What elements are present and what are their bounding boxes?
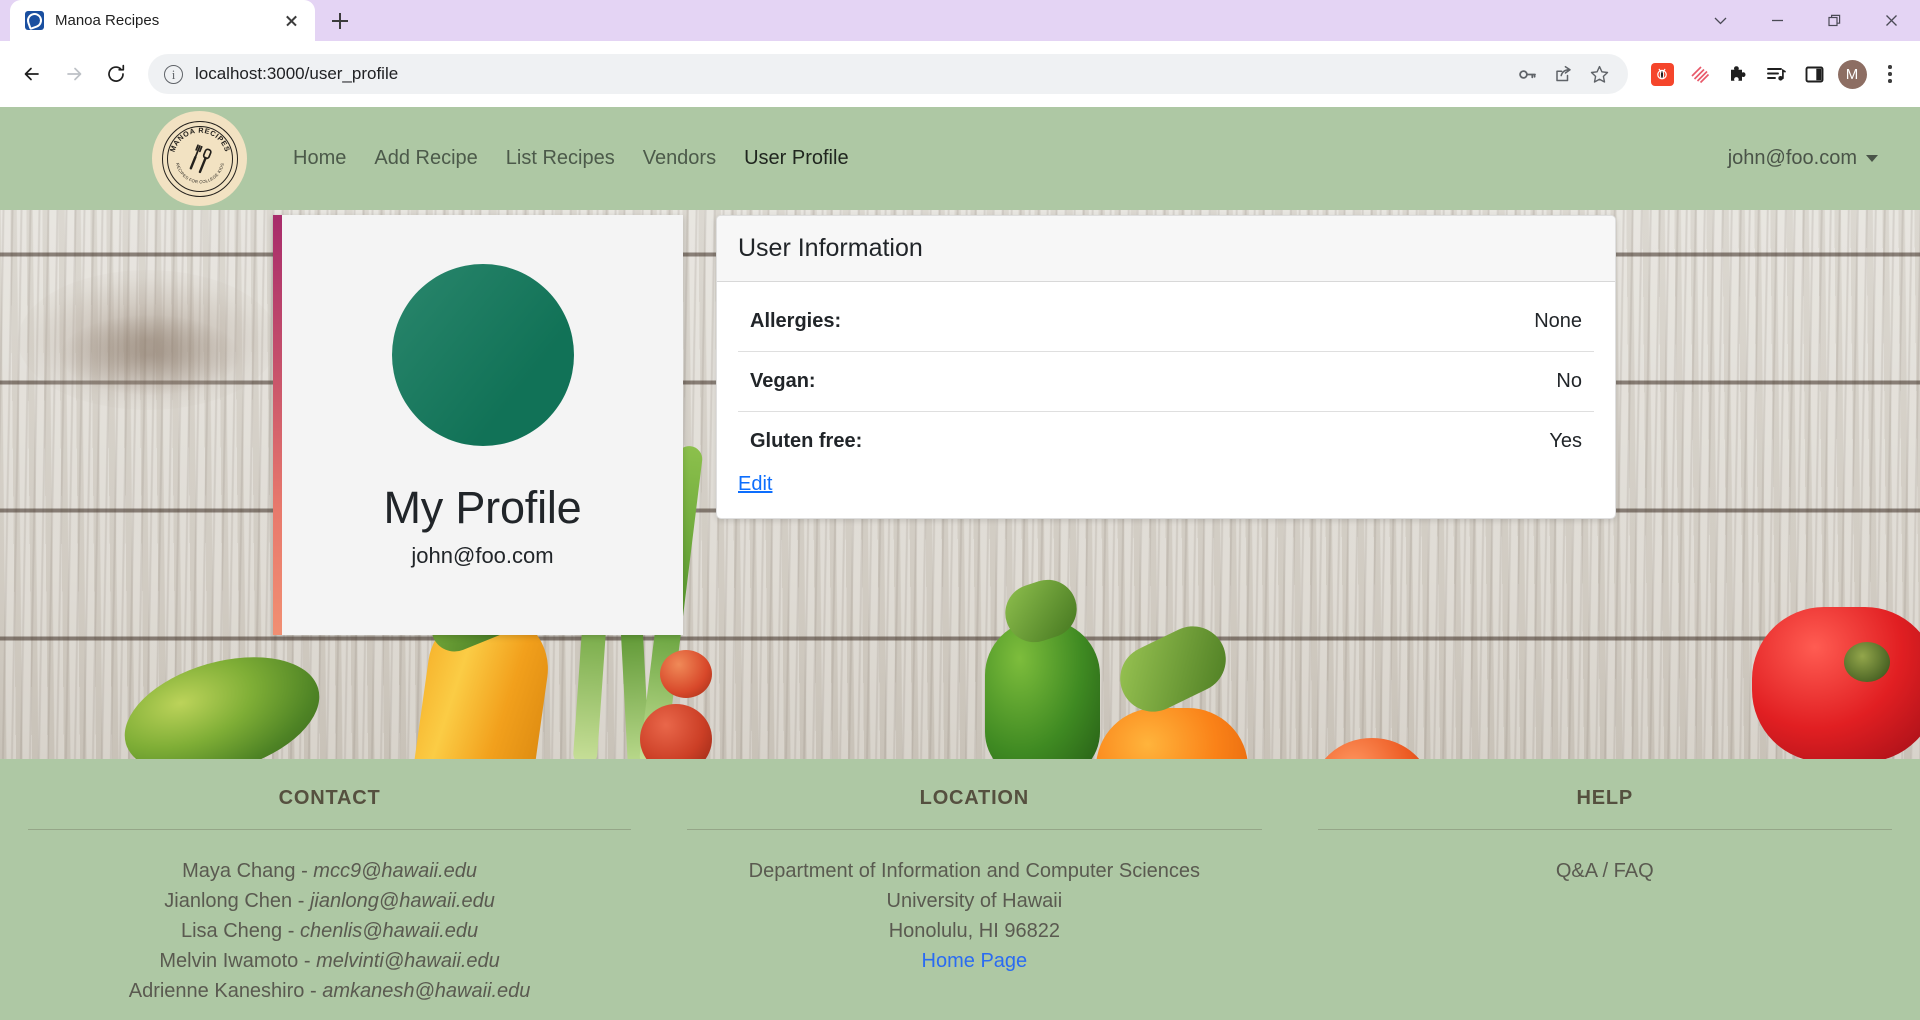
contact-email: chenlis@hawaii.edu <box>299 920 479 942</box>
hero-section: My Profile john@foo.com User Information… <box>0 210 1920 759</box>
profile-card: My Profile john@foo.com <box>273 215 683 635</box>
profile-avatar[interactable]: M <box>1834 56 1870 92</box>
manoa-recipes-favicon <box>25 11 44 30</box>
contact-sep: - <box>287 920 300 942</box>
site-footer: CONTACT Maya Chang - mcc9@hawaii.edu Jia… <box>0 759 1920 1020</box>
info-label: Vegan: <box>750 370 816 392</box>
omnibox-actions <box>1510 57 1616 91</box>
contact-sep: - <box>301 860 314 882</box>
contact-email: amkanesh@hawaii.edu <box>322 980 531 1002</box>
nav-link-add-recipe[interactable]: Add Recipe <box>360 147 491 170</box>
info-label: Gluten free: <box>750 430 863 452</box>
edit-link[interactable]: Edit <box>738 473 772 496</box>
info-value: No <box>1556 370 1582 392</box>
contact-email: jianlong@hawaii.edu <box>309 890 495 912</box>
back-icon[interactable] <box>12 54 52 94</box>
site-navbar: MANOA RECIPES RECIPES FOR COLLEGE KIDS H… <box>0 107 1920 210</box>
card-header-title: User Information <box>717 216 1615 282</box>
footer-help-lines: Q&A / FAQ <box>1318 830 1892 886</box>
contact-name: Lisa Cheng <box>180 920 283 942</box>
contact-email: mcc9@hawaii.edu <box>313 860 478 882</box>
nav-link-user-profile[interactable]: User Profile <box>730 147 862 170</box>
tab-strip: Manoa Recipes <box>0 0 1920 41</box>
contact-name: Adrienne Kaneshiro <box>128 980 305 1002</box>
user-menu-email: john@foo.com <box>1727 147 1857 169</box>
new-tab-button[interactable] <box>323 4 357 38</box>
restore-icon[interactable] <box>1806 0 1863 41</box>
user-menu-dropdown[interactable]: john@foo.com <box>1728 147 1878 170</box>
contact-email: melvinti@hawaii.edu <box>316 950 500 972</box>
manoa-recipes-logo[interactable]: MANOA RECIPES RECIPES FOR COLLEGE KIDS <box>152 111 247 206</box>
chrome-menu-icon[interactable] <box>1872 56 1908 92</box>
footer-contact-item: Lisa Cheng - chenlis@hawaii.edu <box>28 916 631 946</box>
page-content: MANOA RECIPES RECIPES FOR COLLEGE KIDS H… <box>0 107 1920 1020</box>
nav-link-list-recipes[interactable]: List Recipes <box>492 147 629 170</box>
location-line: Honolulu, HI 96822 <box>888 920 1060 942</box>
footer-contact-item: Maya Chang - mcc9@hawaii.edu <box>28 856 631 886</box>
contact-sep: - <box>297 890 310 912</box>
footer-contact-item: Melvin Iwamoto - melvinti@hawaii.edu <box>28 946 631 976</box>
avatar-initial: M <box>1837 59 1867 89</box>
side-panel-icon[interactable] <box>1796 56 1832 92</box>
help-line: Q&A / FAQ <box>1555 860 1654 882</box>
footer-contact-item: Adrienne Kaneshiro - amkanesh@hawaii.edu <box>28 976 631 1006</box>
profile-title: My Profile <box>383 482 582 533</box>
location-line: University of Hawaii <box>886 890 1063 912</box>
primary-nav: Home Add Recipe List Recipes Vendors Use… <box>279 147 863 170</box>
profile-email: john@foo.com <box>411 543 554 568</box>
footer-column-help: HELP Q&A / FAQ <box>1290 787 1920 1020</box>
chevron-down-icon <box>1866 155 1878 162</box>
puzzle-extensions-icon[interactable] <box>1720 56 1756 92</box>
browser-tab[interactable]: Manoa Recipes <box>10 0 315 41</box>
adblock-stripes-icon[interactable] <box>1682 56 1718 92</box>
info-label: Allergies: <box>750 310 842 332</box>
window-controls <box>1692 0 1920 41</box>
chevron-down-icon[interactable] <box>1692 0 1749 41</box>
close-icon[interactable] <box>279 8 304 33</box>
info-row-vegan: Vegan: No <box>738 352 1594 412</box>
footer-contact-item: Jianlong Chen - jianlong@hawaii.edu <box>28 886 631 916</box>
contact-name: Jianlong Chen <box>164 890 293 912</box>
profile-avatar-circle <box>391 264 574 446</box>
browser-toolbar: i localhost:3000/user_profile M <box>0 41 1920 107</box>
forward-icon <box>54 54 94 94</box>
contact-sep: - <box>309 980 323 1002</box>
nav-link-home[interactable]: Home <box>279 147 360 170</box>
info-row-allergies: Allergies: None <box>738 292 1594 352</box>
utensils-icon <box>185 142 215 176</box>
contact-sep: - <box>303 950 317 972</box>
footer-column-location: LOCATION Department of Information and C… <box>659 787 1289 1020</box>
share-icon[interactable] <box>1546 57 1580 91</box>
footer-contact-list: Maya Chang - mcc9@hawaii.edu Jianlong Ch… <box>28 830 631 1006</box>
home-page-link[interactable]: Home Page <box>922 950 1028 972</box>
url-text: localhost:3000/user_profile <box>195 64 399 83</box>
browser-window: Manoa Recipes i localhost:3000/user_prof… <box>0 0 1920 1020</box>
contact-name: Melvin Iwamoto <box>159 950 299 972</box>
user-information-card: User Information Allergies: None Vegan: … <box>716 215 1616 519</box>
info-value: Yes <box>1549 430 1582 452</box>
footer-column-contact: CONTACT Maya Chang - mcc9@hawaii.edu Jia… <box>0 787 659 1020</box>
info-row-gluten-free: Gluten free: Yes <box>738 412 1594 471</box>
location-line: Department of Information and Computer S… <box>748 860 1201 882</box>
tab-title: Manoa Recipes <box>55 12 160 29</box>
hero-cards: My Profile john@foo.com User Information… <box>0 210 1920 759</box>
bookmark-star-icon[interactable] <box>1582 57 1616 91</box>
honey-extension-icon[interactable] <box>1644 56 1680 92</box>
media-playlist-icon[interactable] <box>1758 56 1794 92</box>
contact-name: Maya Chang <box>182 860 296 882</box>
card-body: Allergies: None Vegan: No Gluten free: Y… <box>717 282 1615 518</box>
address-bar[interactable]: i localhost:3000/user_profile <box>148 54 1628 94</box>
info-value: None <box>1534 310 1582 332</box>
reload-icon[interactable] <box>96 54 136 94</box>
minimize-icon[interactable] <box>1749 0 1806 41</box>
site-info-icon[interactable]: i <box>164 64 183 84</box>
footer-heading-location: LOCATION <box>687 787 1262 830</box>
nav-link-vendors[interactable]: Vendors <box>629 147 730 170</box>
password-key-icon[interactable] <box>1510 57 1544 91</box>
footer-heading-contact: CONTACT <box>28 787 632 830</box>
footer-location-lines: Department of Information and Computer S… <box>687 830 1261 976</box>
close-icon[interactable] <box>1863 0 1920 41</box>
extension-icons: M <box>1638 56 1908 92</box>
footer-heading-help: HELP <box>1317 787 1892 830</box>
